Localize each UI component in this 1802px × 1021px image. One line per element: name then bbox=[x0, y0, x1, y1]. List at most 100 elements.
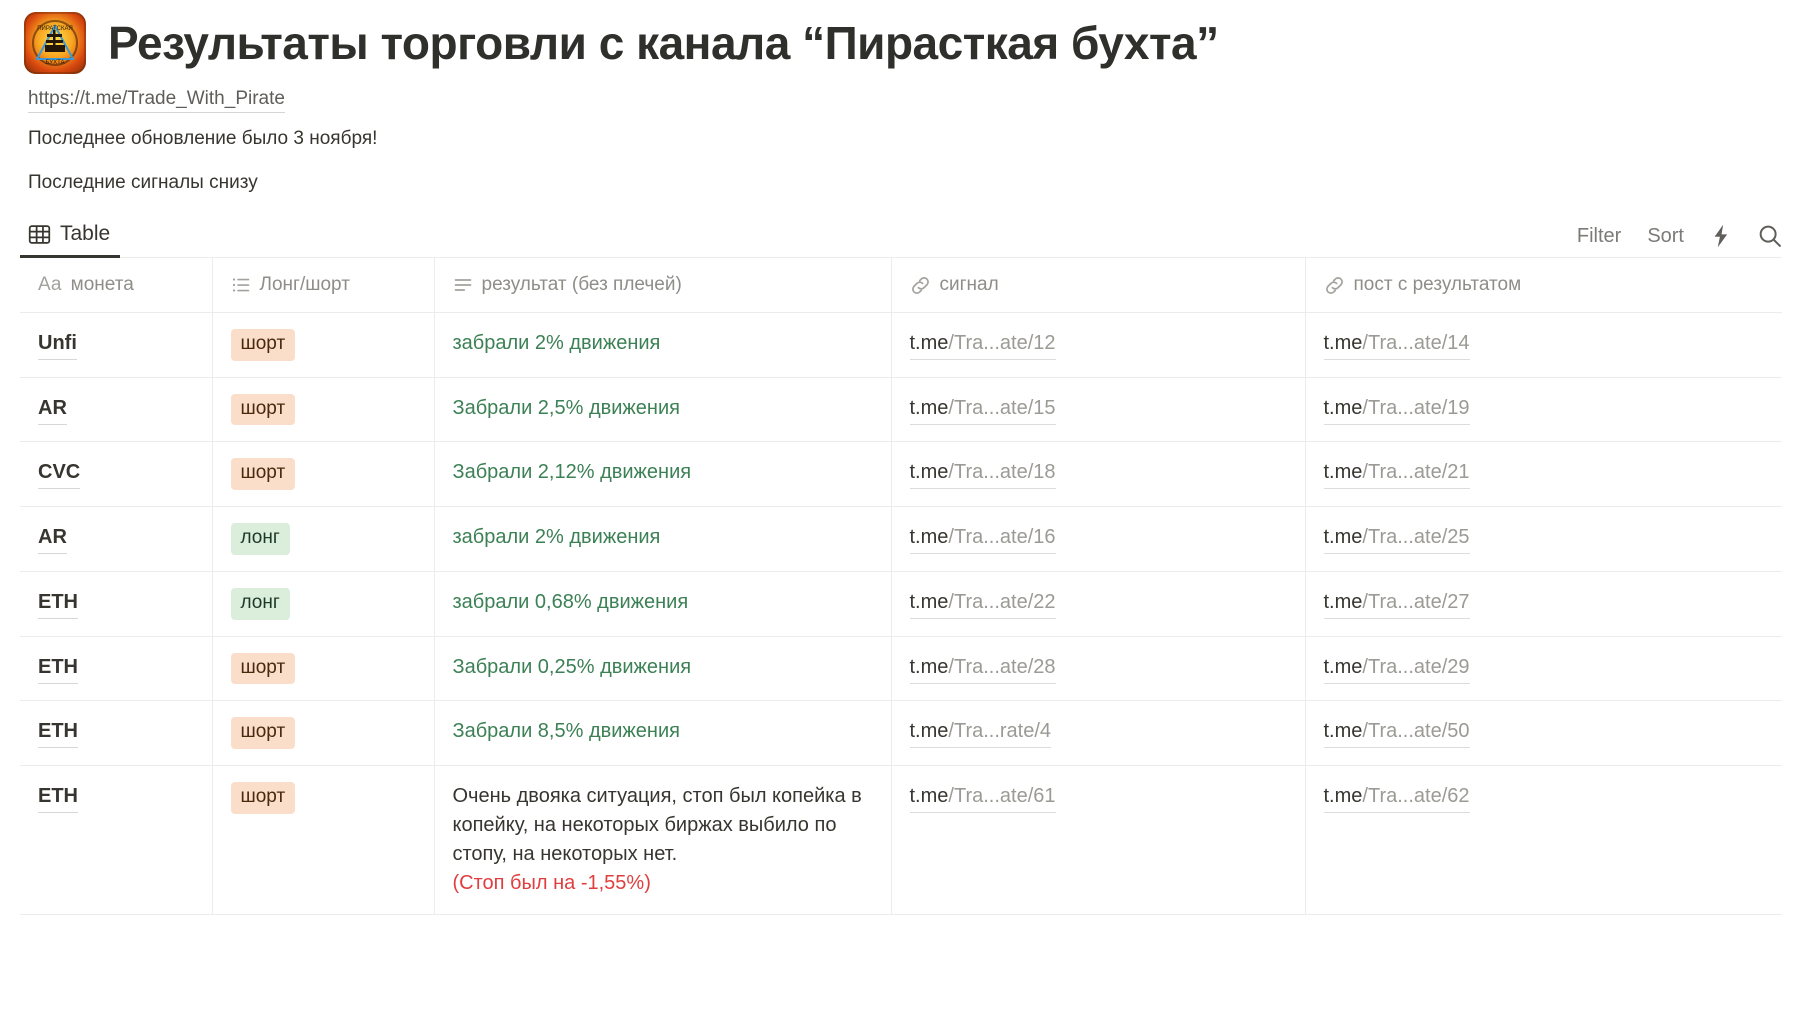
table-row: AR шорт Забрали 2,5% движения t.me/Tra...at… bbox=[20, 377, 1782, 443]
result-text: Забрали 2,5% движения bbox=[452, 396, 680, 419]
post-link[interactable]: t.me/Tra...ate/29 bbox=[1323, 653, 1470, 684]
toolbar-actions: Filter Sort bbox=[1577, 224, 1782, 257]
table-row: ETH лонг забрали 0,68% движения t.me/Tra...… bbox=[20, 571, 1782, 637]
cell-coin: ETH bbox=[20, 571, 213, 637]
signal-link-path: /Tra...ate/22 bbox=[948, 590, 1056, 613]
cell-result: забрали 2% движения bbox=[434, 312, 892, 378]
cell-signal: t.me/Tra...ate/16 bbox=[891, 506, 1306, 572]
post-link-path: /Tra...ate/29 bbox=[1362, 655, 1470, 678]
cell-side: шорт bbox=[212, 765, 435, 915]
side-tag[interactable]: шорт bbox=[230, 781, 296, 814]
post-link-domain: t.me bbox=[1323, 526, 1363, 549]
post-link[interactable]: t.me/Tra...ate/62 bbox=[1323, 782, 1470, 813]
page-title: Результаты торговли с канала “Пирасткая … bbox=[108, 16, 1219, 69]
cell-result: забрали 0,68% движения bbox=[434, 571, 892, 637]
signal-link[interactable]: t.me/Tra...ate/28 bbox=[909, 653, 1056, 684]
column-header-post[interactable]: пост с результатом bbox=[1305, 258, 1782, 314]
column-header-signal[interactable]: сигнал bbox=[891, 258, 1306, 314]
column-header-side[interactable]: Лонг/шорт bbox=[212, 258, 435, 314]
post-link-domain: t.me bbox=[1323, 461, 1363, 484]
coin-name[interactable]: Unfi bbox=[38, 329, 77, 361]
side-tag[interactable]: шорт bbox=[230, 652, 296, 685]
signal-link-domain: t.me bbox=[909, 461, 949, 484]
select-list-icon bbox=[231, 275, 251, 295]
cell-coin: AR bbox=[20, 506, 213, 572]
signal-link[interactable]: t.me/Tra...ate/18 bbox=[909, 458, 1056, 490]
result-text: Забрали 2,12% движения bbox=[452, 461, 692, 484]
table-row: CVC шорт Забрали 2,12% движения t.me/Tra...… bbox=[20, 441, 1782, 508]
side-tag[interactable]: шорт bbox=[230, 458, 296, 491]
post-link-domain: t.me bbox=[1323, 784, 1363, 807]
signal-link[interactable]: t.me/Tra...rate/4 bbox=[909, 717, 1052, 749]
search-icon[interactable] bbox=[1758, 224, 1782, 248]
sort-button[interactable]: Sort bbox=[1647, 225, 1684, 248]
column-header-coin-label: монета bbox=[70, 274, 134, 296]
coin-name[interactable]: AR bbox=[38, 394, 67, 425]
coin-name[interactable]: ETH bbox=[38, 653, 78, 684]
post-link-path: /Tra...ate/62 bbox=[1362, 784, 1470, 807]
post-link-path: /Tra...ate/25 bbox=[1362, 526, 1470, 549]
result-text: забрали 0,68% движения bbox=[452, 590, 689, 613]
post-link[interactable]: t.me/Tra...ate/50 bbox=[1323, 717, 1470, 749]
table-row: ETH шорт Очень двояка ситуация, стоп был к… bbox=[20, 765, 1782, 915]
post-link[interactable]: t.me/Tra...ate/14 bbox=[1323, 329, 1470, 361]
latest-signals-text: Последние сигналы снизу bbox=[28, 171, 258, 193]
coin-name[interactable]: CVC bbox=[38, 458, 81, 490]
post-link[interactable]: t.me/Tra...ate/21 bbox=[1323, 458, 1470, 490]
signal-link-domain: t.me bbox=[909, 332, 949, 355]
coin-name[interactable]: ETH bbox=[38, 782, 78, 813]
text-lines-icon bbox=[453, 275, 473, 295]
post-link-path: /Tra...ate/14 bbox=[1362, 332, 1470, 355]
cell-signal: t.me/Tra...ate/18 bbox=[891, 441, 1306, 508]
cell-post: t.me/Tra...ate/29 bbox=[1305, 636, 1782, 702]
table-row: Unfi шорт забрали 2% движения t.me/Tra...at… bbox=[20, 312, 1782, 378]
tab-table[interactable]: Table bbox=[20, 218, 121, 259]
table-header-row: Aa монета Лонг/шорт результат (без плече… bbox=[20, 258, 1782, 314]
cell-result: Забрали 0,25% движения bbox=[434, 636, 892, 702]
lightning-icon[interactable] bbox=[1710, 224, 1732, 248]
signal-link[interactable]: t.me/Tra...ate/15 bbox=[909, 394, 1056, 425]
text-type-icon: Aa bbox=[38, 274, 62, 296]
last-update-text: Последнее обновление было 3 ноября! bbox=[28, 128, 378, 149]
coin-name[interactable]: ETH bbox=[38, 717, 78, 749]
post-link-path: /Tra...ate/21 bbox=[1362, 461, 1470, 484]
table-row: ETH шорт Забрали 0,25% движения t.me/Tra...… bbox=[20, 636, 1782, 702]
cell-result: забрали 2% движения bbox=[434, 506, 892, 572]
cell-signal: t.me/Tra...ate/15 bbox=[891, 377, 1306, 443]
result-text: Забрали 0,25% движения bbox=[452, 655, 692, 678]
side-tag[interactable]: шорт bbox=[230, 717, 296, 749]
filter-button[interactable]: Filter bbox=[1577, 225, 1621, 248]
post-link-domain: t.me bbox=[1323, 655, 1363, 678]
cell-side: шорт bbox=[212, 441, 435, 508]
post-link[interactable]: t.me/Tra...ate/25 bbox=[1323, 523, 1470, 555]
column-header-coin[interactable]: Aa монета bbox=[20, 258, 213, 314]
cell-coin: ETH bbox=[20, 700, 213, 766]
cell-post: t.me/Tra...ate/21 bbox=[1305, 441, 1782, 508]
result-text: Очень двояка ситуация, стоп был копейка … bbox=[452, 784, 862, 865]
cell-post: t.me/Tra...ate/50 bbox=[1305, 700, 1782, 766]
result-stop-note: (Стоп был на -1,55%) bbox=[452, 871, 651, 894]
side-tag[interactable]: шорт bbox=[230, 329, 296, 361]
side-tag[interactable]: шорт bbox=[230, 393, 296, 426]
signal-link[interactable]: t.me/Tra...ate/12 bbox=[909, 329, 1056, 361]
link-icon bbox=[1324, 275, 1345, 296]
cell-side: шорт bbox=[212, 700, 435, 766]
post-link[interactable]: t.me/Tra...ate/19 bbox=[1323, 394, 1470, 425]
post-link[interactable]: t.me/Tra...ate/27 bbox=[1323, 588, 1470, 619]
channel-link[interactable]: https://t.me/Trade_With_Pirate bbox=[28, 88, 285, 113]
svg-text:БУХТА: БУХТА bbox=[45, 60, 64, 65]
post-link-domain: t.me bbox=[1323, 720, 1363, 743]
cell-result: Забрали 2,12% движения bbox=[434, 441, 892, 508]
signal-link[interactable]: t.me/Tra...ate/16 bbox=[909, 523, 1056, 555]
coin-name[interactable]: AR bbox=[38, 523, 67, 555]
side-tag[interactable]: лонг bbox=[230, 523, 290, 555]
side-tag[interactable]: лонг bbox=[230, 587, 290, 620]
signal-link[interactable]: t.me/Tra...ate/22 bbox=[909, 588, 1056, 619]
coin-name[interactable]: ETH bbox=[38, 588, 78, 619]
title-row: ПИРАТСКАЯ БУХТА Результаты торговли с ка… bbox=[0, 0, 1802, 74]
signal-link-path: /Tra...ate/16 bbox=[948, 526, 1056, 549]
result-text: забрали 2% движения bbox=[452, 526, 661, 549]
signal-link[interactable]: t.me/Tra...ate/61 bbox=[909, 782, 1056, 813]
database-toolbar: Table Filter Sort bbox=[20, 218, 1782, 259]
column-header-result[interactable]: результат (без плечей) bbox=[434, 258, 892, 314]
